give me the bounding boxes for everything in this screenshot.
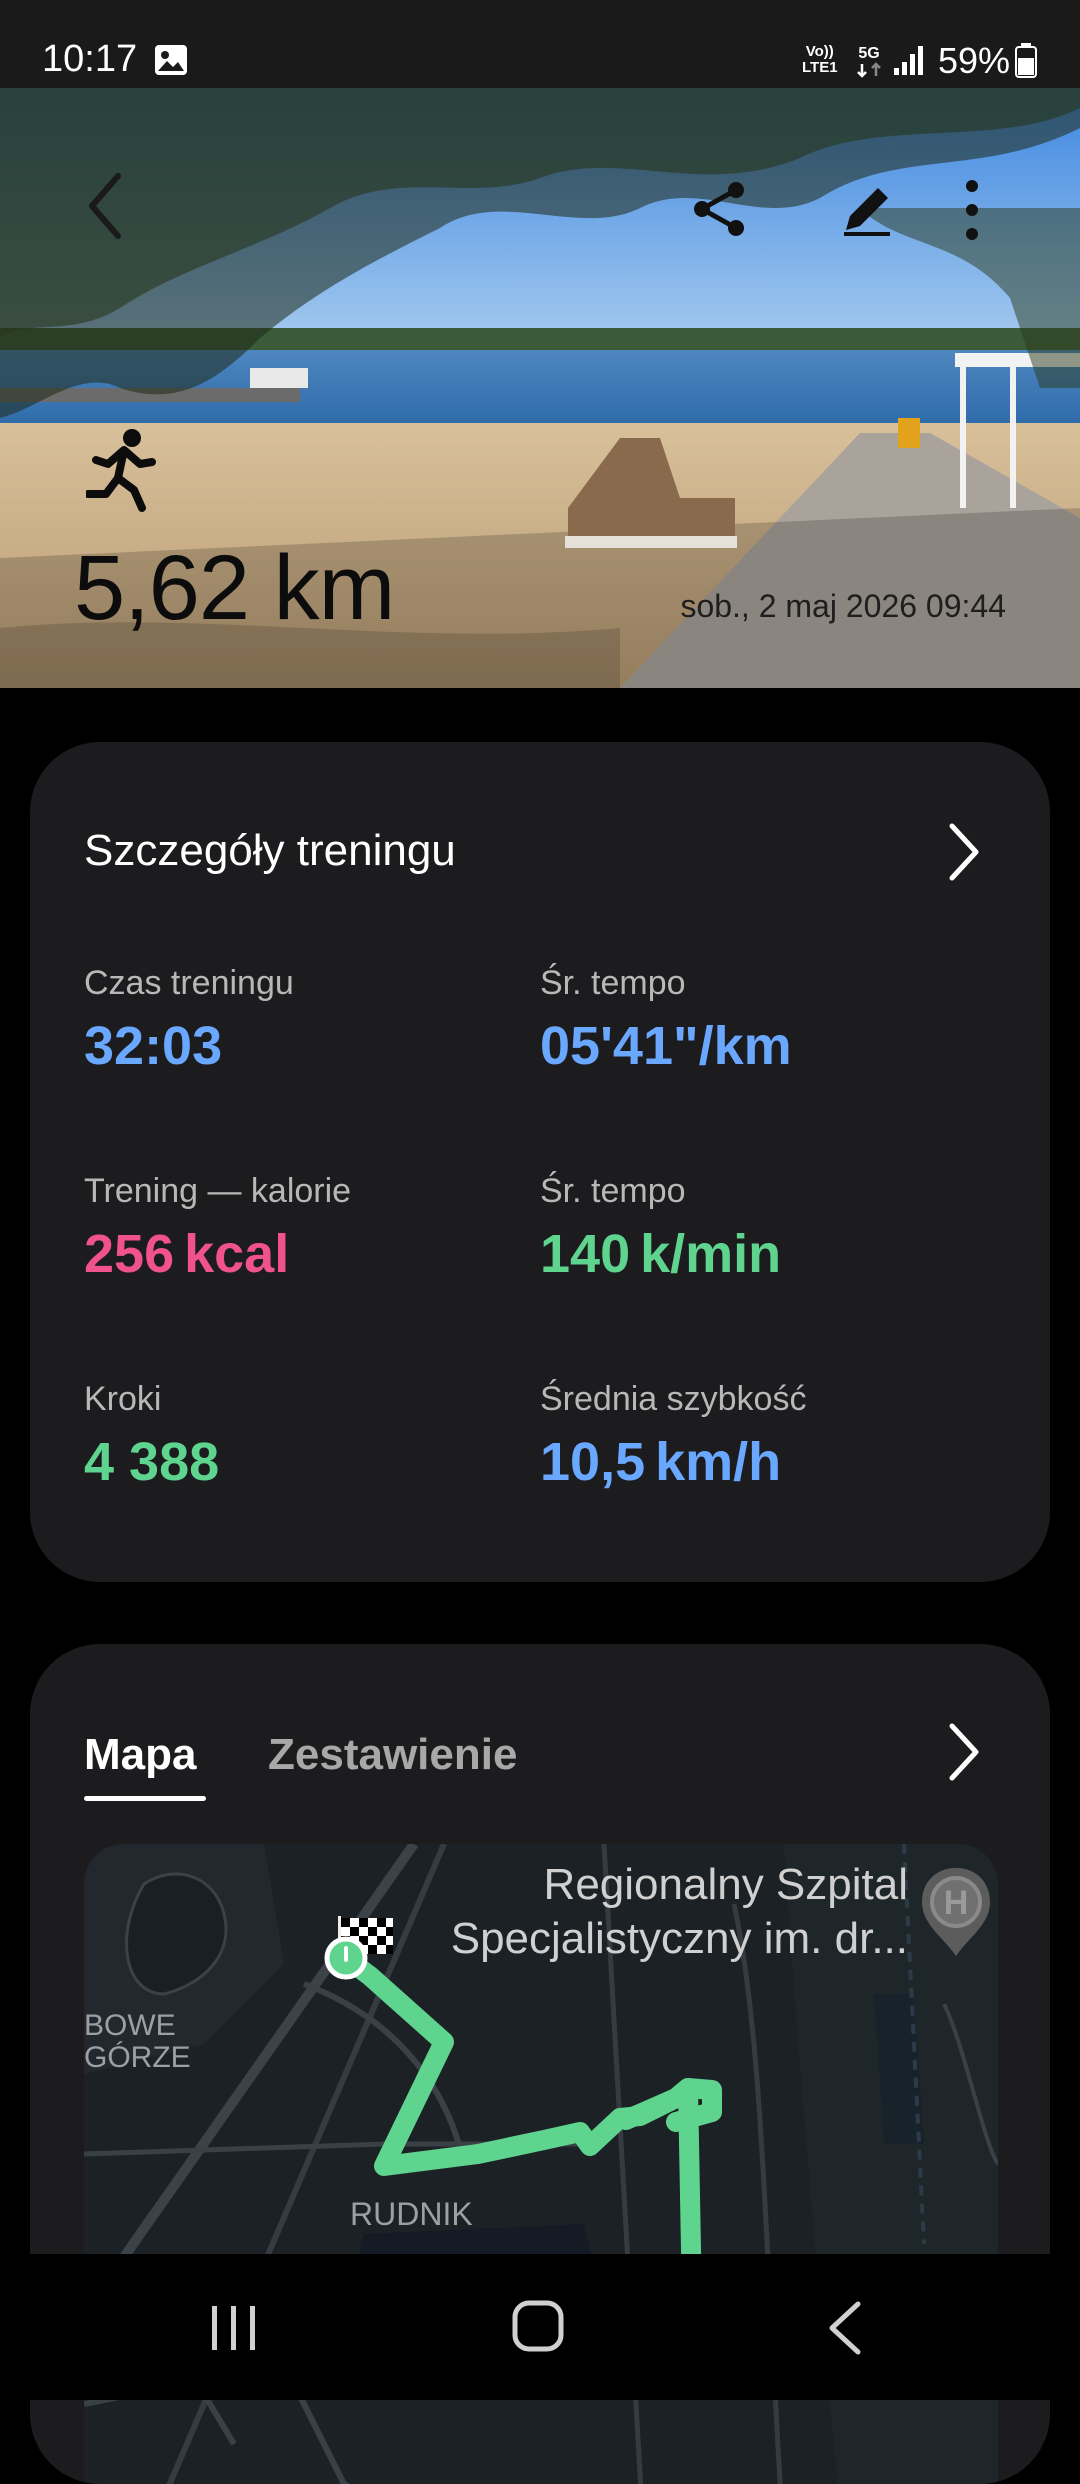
metric-unit: km/h [655, 1432, 782, 1492]
metric-value: 32:03 [84, 1015, 294, 1077]
district-label-line2: GÓRZE [84, 2041, 191, 2074]
share-icon[interactable] [684, 174, 754, 244]
metric-value: 10,5 km/h [540, 1431, 806, 1493]
metric-label: Trening — kalorie [84, 1172, 352, 1210]
metric-value: 140 k/min [540, 1223, 781, 1285]
metric-value: 05'41"/km [540, 1015, 792, 1077]
metric-number: 256 [84, 1224, 175, 1284]
hospital-marker-icon: H [922, 1868, 990, 1956]
metric-number: 32:03 [84, 1016, 223, 1076]
running-person-icon [86, 429, 156, 512]
home-icon[interactable] [510, 2298, 566, 2354]
chevron-right-icon[interactable] [944, 820, 984, 884]
tab-summary[interactable]: Zestawienie [268, 1730, 517, 1780]
start-point-icon [324, 1936, 368, 1980]
workout-distance: 5,62 km [74, 537, 395, 639]
metric-value: 256 kcal [84, 1223, 351, 1285]
metric-avg-pace: Śr. tempo 05'41"/km [540, 964, 792, 1077]
hospital-label-line1: Regionalny Szpital [543, 1860, 908, 1909]
volte-indicator: Vo)) LTE1 [802, 44, 838, 76]
hospital-marker-label: H [944, 1884, 969, 1922]
metric-value: 4 388 [84, 1431, 219, 1493]
gallery-notification-icon [155, 45, 187, 75]
status-time: 10:17 [42, 38, 138, 80]
recent-apps-icon[interactable] [206, 2300, 262, 2356]
metric-label: Kroki [84, 1380, 162, 1418]
active-tab-indicator [84, 1796, 206, 1801]
metric-number: 4 388 [84, 1432, 220, 1492]
signal-strength-icon [894, 46, 923, 75]
metric-unit: k/min [640, 1224, 782, 1284]
chevron-right-icon[interactable] [944, 1720, 984, 1784]
metric-label: Śr. tempo [540, 964, 686, 1002]
volte-label: Vo)) [805, 43, 834, 60]
edit-icon[interactable] [832, 174, 902, 244]
status-bar: 10:17 Vo)) LTE1 5G 59% [0, 0, 1080, 88]
metric-number: 05'41"/km [540, 1016, 792, 1076]
battery-icon [1015, 43, 1037, 78]
tab-map[interactable]: Mapa [84, 1730, 196, 1780]
metric-avg-speed: Średnia szybkość 10,5 km/h [540, 1380, 806, 1493]
metric-workout-time: Czas treningu 32:03 [84, 964, 294, 1077]
district-label-line1: BOWE [84, 2009, 176, 2042]
workout-details-card[interactable]: Szczegóły treningu Czas treningu 32:03 Ś… [30, 742, 1050, 1582]
more-options-icon[interactable] [952, 174, 992, 246]
map-label-area: RUDNIK [350, 2196, 473, 2232]
workout-hero: 5,62 km sob., 2 maj 2026 09:44 [0, 88, 1080, 688]
metric-label: Czas treningu [84, 964, 294, 1002]
back-icon[interactable] [76, 166, 136, 246]
hospital-label-line2: Specjalistyczny im. dr... [450, 1914, 908, 1963]
metric-unit: kcal [184, 1224, 290, 1284]
metric-label: Średnia szybkość [540, 1380, 807, 1418]
network-5g-icon: 5G [857, 45, 881, 78]
map-label-district: BOWE GÓRZE [84, 2010, 191, 2074]
metric-calories: Trening — kalorie 256 kcal [84, 1172, 351, 1285]
metric-avg-cadence: Śr. tempo 140 k/min [540, 1172, 781, 1285]
workout-date: sob., 2 maj 2026 09:44 [680, 588, 1006, 624]
metric-number: 140 [540, 1224, 631, 1284]
system-navigation-bar [0, 2254, 1080, 2400]
map-label-hospital: Regionalny Szpital Specjalistyczny im. d… [451, 1858, 908, 1966]
network-5g-label: 5G [858, 45, 879, 62]
workout-details-title: Szczegóły treningu [84, 826, 456, 875]
metric-number: 10,5 [540, 1432, 646, 1492]
lte-label: LTE1 [802, 59, 838, 76]
back-nav-icon[interactable] [818, 2298, 874, 2358]
metric-label: Śr. tempo [540, 1172, 686, 1210]
metric-steps: Kroki 4 388 [84, 1380, 219, 1493]
battery-percentage: 59% [938, 40, 1011, 81]
